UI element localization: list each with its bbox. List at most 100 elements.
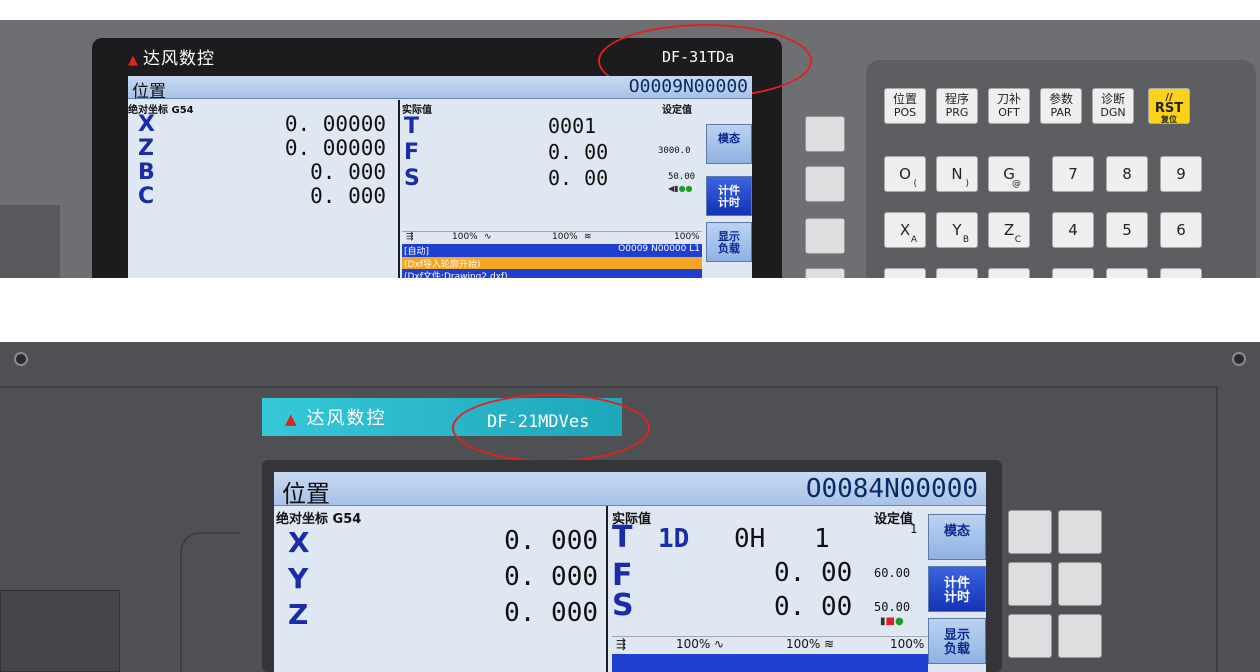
key-row4-5[interactable] <box>1106 268 1148 278</box>
hard-softkey-2[interactable] <box>805 166 845 202</box>
coord-header: 绝对坐标 G54 <box>276 512 362 527</box>
load-display-softkey[interactable]: 显示 负载 <box>928 618 986 664</box>
count-time-softkey[interactable]: 计件 计时 <box>928 566 986 612</box>
spindle-icon: ≋ <box>824 637 835 651</box>
brand-logo: ▲ 达风数控 <box>285 404 387 430</box>
rate-spindle: 100% <box>674 232 700 242</box>
rapid-icon: ∿ <box>714 637 725 651</box>
h-value: 0H <box>734 524 766 554</box>
brand-triangle-icon: ▲ <box>128 53 139 68</box>
hard-softkey-1b[interactable] <box>1058 510 1102 554</box>
key-label: 刀补 <box>996 92 1021 106</box>
h-number: 1 <box>814 524 830 554</box>
hard-softkey-3a[interactable] <box>1008 614 1052 658</box>
key-row4-3[interactable] <box>988 268 1030 278</box>
modal-softkey[interactable]: 模态 <box>706 124 752 164</box>
program-line-current: (Dxf导入轮廓开始) <box>402 257 702 270</box>
key-main: O <box>899 165 911 183</box>
par-key[interactable]: 参数 PAR <box>1040 88 1082 124</box>
key-y[interactable]: YB <box>936 212 978 248</box>
f-value: 0. 00 <box>774 558 853 588</box>
panel-left-block <box>0 205 60 278</box>
t-value: 0001 <box>548 114 597 138</box>
status-mode: [自动] <box>404 247 430 257</box>
hard-softkey-3[interactable] <box>805 218 845 254</box>
key-main: Z <box>1003 221 1015 239</box>
rate-feed: 100% <box>452 232 478 242</box>
key-label: 参数 <box>1048 92 1073 106</box>
prg-key[interactable]: 程序 PRG <box>936 88 978 124</box>
key-label: 程序 <box>944 92 969 106</box>
key-main: 9 <box>1176 165 1186 183</box>
key-main: G <box>1003 165 1015 183</box>
screen-title-bar: 位置 O0084N00000 <box>274 472 986 508</box>
t-set-value: 1 <box>910 522 918 536</box>
rapid-icon: ∿ <box>484 232 492 242</box>
s-label: S <box>612 588 634 623</box>
reset-key-label: RST <box>1154 101 1184 116</box>
key-row4-2[interactable] <box>936 268 978 278</box>
key-main: Y <box>952 221 962 239</box>
s-value: 0. 00 <box>548 166 609 190</box>
brand-name: 达风数控 <box>143 49 215 69</box>
f-set-value: 60.00 <box>874 566 911 580</box>
dgn-key[interactable]: 诊断 DGN <box>1092 88 1134 124</box>
cnc-panel-df31tda: ▲ 达风数控 DF-31TDa 位置 O0009N00000 绝对坐标 G54 X… <box>0 20 1260 278</box>
hard-softkey-2b[interactable] <box>1058 562 1102 606</box>
key-label-en: PRG <box>945 106 969 119</box>
key-label-en: OFT <box>998 106 1020 119</box>
feed-icon: ⇶ <box>616 637 627 651</box>
column-divider <box>398 100 400 278</box>
key-9[interactable]: 9 <box>1160 156 1202 192</box>
status-program: O0009 N00000 L1 <box>618 244 700 254</box>
axis-label-c: C <box>138 184 155 209</box>
f-value: 0. 00 <box>548 140 609 164</box>
s-set-value: 50.00 <box>668 172 696 182</box>
screw-icon <box>1232 352 1246 366</box>
key-4[interactable]: 4 <box>1052 212 1094 248</box>
brand-name: 达风数控 <box>306 408 387 429</box>
key-row4-1[interactable] <box>884 268 926 278</box>
hard-softkey-2a[interactable] <box>1008 562 1052 606</box>
key-g[interactable]: G @ <box>988 156 1030 192</box>
s-label: S <box>404 166 420 191</box>
count-time-softkey[interactable]: 计件 计时 <box>706 176 752 216</box>
hard-softkey-1[interactable] <box>805 116 845 152</box>
axis-label-z: Z <box>288 598 309 631</box>
brand-logo: ▲ 达风数控 <box>128 44 215 69</box>
hard-softkey-1a[interactable] <box>1008 510 1052 554</box>
key-7[interactable]: 7 <box>1052 156 1094 192</box>
key-5[interactable]: 5 <box>1106 212 1148 248</box>
axis-value-b: 0. 000 <box>310 160 386 184</box>
oft-key[interactable]: 刀补 OFT <box>988 88 1030 124</box>
key-main: 5 <box>1122 221 1132 239</box>
key-8[interactable]: 8 <box>1106 156 1148 192</box>
key-6[interactable]: 6 <box>1160 212 1202 248</box>
pos-key[interactable]: 位置 POS <box>884 88 926 124</box>
rate-spindle: 100% <box>890 637 925 651</box>
key-row4-4[interactable] <box>1052 268 1094 278</box>
key-o[interactable]: O( <box>884 156 926 192</box>
program-number: O0084N00000 <box>805 474 978 504</box>
spindle-status-icons: ▮■● <box>880 616 904 627</box>
panel-left-block <box>0 590 120 672</box>
column-divider <box>606 506 608 672</box>
set-header: 设定值 <box>874 512 914 527</box>
cnc-panel-df21mdves: ▲ 达风数控 DF-21MDVes 位置 O0084N00000 绝对坐标 G54… <box>0 342 1260 672</box>
spindle-status-icons: ◀▮●● <box>668 184 693 193</box>
key-n[interactable]: N) <box>936 156 978 192</box>
hard-softkey-3b[interactable] <box>1058 614 1102 658</box>
rate-rapid: 100% <box>552 232 578 242</box>
key-z[interactable]: ZC <box>988 212 1030 248</box>
reset-key[interactable]: //RST 复位 <box>1148 88 1190 124</box>
axis-label-z: Z <box>138 136 154 161</box>
key-row4-6[interactable] <box>1160 268 1202 278</box>
f-label: F <box>404 140 420 165</box>
hard-softkey-4[interactable] <box>805 268 845 278</box>
modal-softkey[interactable]: 模态 <box>928 514 986 560</box>
key-x[interactable]: XA <box>884 212 926 248</box>
program-line-next: (Dxf文件:Drawing2.dxf) <box>402 269 702 278</box>
load-display-softkey[interactable]: 显示 负载 <box>706 222 752 262</box>
s-set-value: 50.00 <box>874 600 911 614</box>
key-sub: ( <box>913 179 917 189</box>
